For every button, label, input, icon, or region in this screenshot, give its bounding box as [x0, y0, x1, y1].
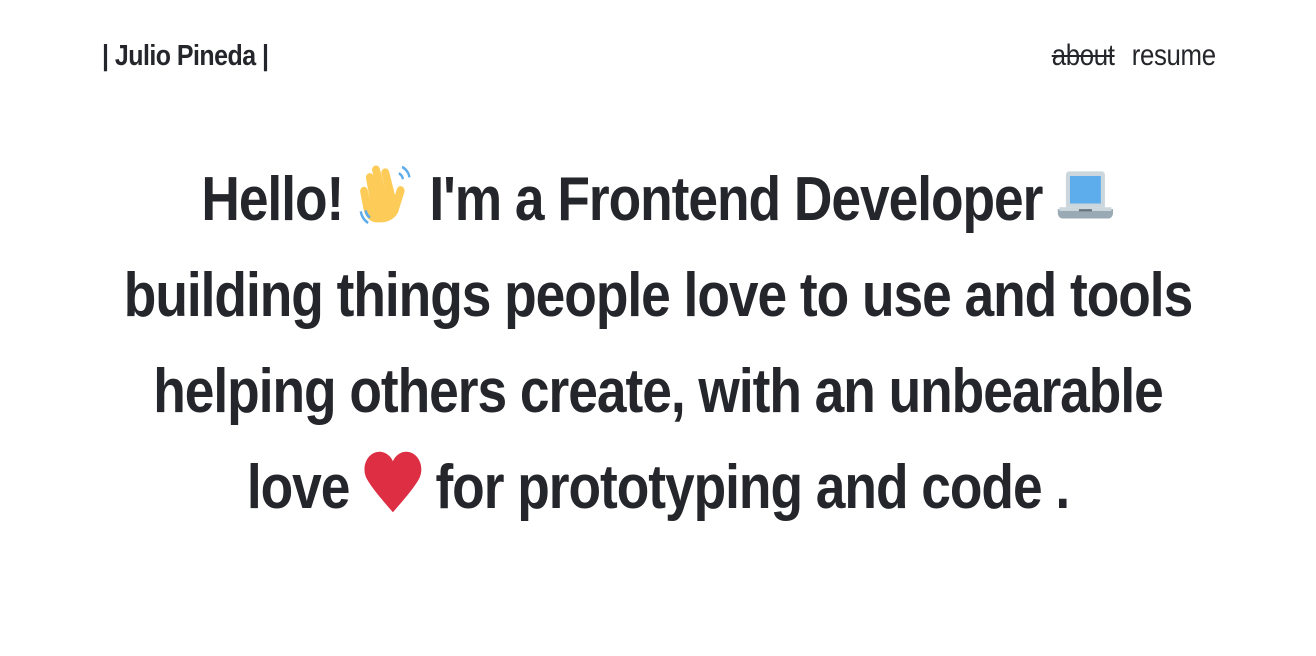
page: | Julio Pineda | about resume Hello! I'm… [0, 0, 1316, 656]
hero-love-word: love [246, 453, 351, 522]
site-brand[interactable]: | Julio Pineda | [102, 40, 269, 73]
hero-role: I'm a Frontend Developer [429, 165, 1043, 234]
site-header: | Julio Pineda | about resume [102, 34, 1216, 78]
hero-statement: Hello! I'm a Frontend Developer building [60, 152, 1256, 536]
nav-link-resume[interactable]: resume [1132, 39, 1216, 73]
hero-closing: for prototyping and code . [435, 453, 1070, 522]
hero-greeting: Hello! [201, 165, 344, 234]
waving-hand-icon [357, 160, 415, 228]
laptop-icon [1056, 160, 1114, 228]
hero-line-2: building things people love to use and t… [123, 261, 1193, 330]
hero-line-3: helping others create, with an unbearabl… [153, 357, 1164, 426]
hero-text: Hello! I'm a Frontend Developer building [73, 152, 1243, 536]
main-nav: about resume [1052, 39, 1216, 73]
nav-link-about[interactable]: about [1052, 39, 1115, 73]
heart-icon [363, 448, 422, 516]
